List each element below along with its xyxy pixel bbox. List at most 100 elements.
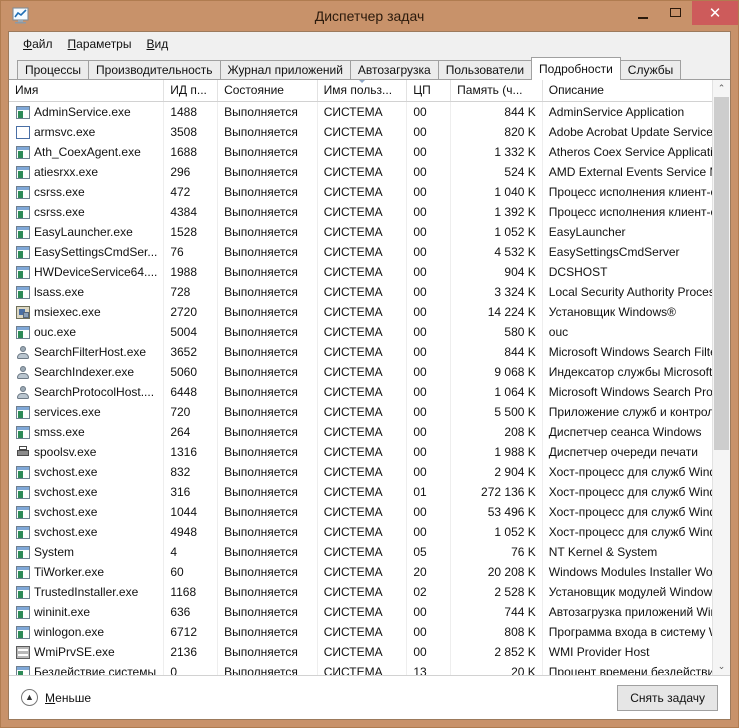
process-name-label: System (34, 545, 75, 559)
table-row[interactable]: TrustedInstaller.exe 1168 Выполняется СИСТЕ… (9, 582, 712, 602)
table-row[interactable]: svchost.exe 1044 Выполняется СИСТЕМА 00 53 49… (9, 502, 712, 522)
cell-cpu: 00 (407, 522, 452, 542)
tab-processes[interactable]: Процессы (17, 60, 90, 79)
minimize-icon (637, 17, 648, 19)
menu-options-rest: араметры (76, 36, 132, 51)
tab-startup[interactable]: Автозагрузка (349, 60, 439, 79)
maximize-button[interactable] (659, 1, 692, 23)
fewer-details-button[interactable]: ▲ Меньше (21, 689, 91, 706)
cell-process-name: EasyLauncher.exe (9, 222, 165, 242)
table-row[interactable]: atiesrxx.exe 296 Выполняется СИСТЕМА 00 524 K… (9, 162, 712, 182)
scrollbar-track[interactable] (713, 97, 730, 658)
table-row[interactable]: smss.exe 264 Выполняется СИСТЕМА 00 208 K Дисп… (9, 422, 712, 442)
table-row[interactable]: svchost.exe 4948 Выполняется СИСТЕМА 00 1 052… (9, 522, 712, 542)
tab-strip: Процессы Производительность Журнал прило… (9, 55, 730, 80)
scroll-down-button[interactable]: ⌄ (713, 658, 730, 675)
scrollbar-thumb[interactable] (714, 97, 729, 451)
table-row[interactable]: SearchFilterHost.exe 3652 Выполняется СИСТЕ… (9, 342, 712, 362)
column-header-state[interactable]: Состояние (218, 80, 318, 101)
table-row[interactable]: wininit.exe 636 Выполняется СИСТЕМА 00 744 K А… (9, 602, 712, 622)
cell-memory: 1 052 K (451, 522, 543, 542)
vertical-scrollbar[interactable]: ⌃ ⌄ (712, 80, 730, 675)
process-name-label: TrustedInstaller.exe (34, 585, 139, 599)
menu-item-view[interactable]: Вид (141, 35, 178, 53)
cell-pid: 296 (164, 162, 219, 182)
cell-pid: 832 (164, 462, 219, 482)
title-bar[interactable]: Диспетчер задач ✕ (1, 1, 738, 31)
menu-options-accel: П (67, 36, 77, 51)
cell-cpu: 02 (407, 582, 452, 602)
scroll-up-button[interactable]: ⌃ (713, 80, 730, 97)
close-button[interactable]: ✕ (692, 1, 738, 25)
cell-memory: 53 496 K (451, 502, 543, 522)
table-row[interactable]: csrss.exe 4384 Выполняется СИСТЕМА 00 1 392 K… (9, 202, 712, 222)
process-name-label: SearchProtocolHost.... (34, 385, 155, 399)
client-area: Файл Параметры Вид Процессы Производител… (8, 31, 731, 720)
end-task-button[interactable]: Снять задачу (617, 684, 718, 711)
cell-username: СИСТЕМА (318, 542, 408, 562)
cell-pid: 76 (164, 242, 219, 262)
table-row[interactable]: spoolsv.exe 1316 Выполняется СИСТЕМА 00 1 988… (9, 442, 712, 462)
table-row[interactable]: Бездействие системы 0 Выполняется СИСТЕМА 13… (9, 662, 712, 675)
table-row[interactable]: WmiPrvSE.exe 2136 Выполняется СИСТЕМА 00 2 85… (9, 642, 712, 662)
cell-state: Выполняется (218, 142, 318, 162)
app-icon (16, 605, 30, 619)
cell-pid: 728 (164, 282, 219, 302)
tab-performance[interactable]: Производительность (88, 60, 221, 79)
table-row[interactable]: svchost.exe 832 Выполняется СИСТЕМА 00 2 904 … (9, 462, 712, 482)
column-header-user[interactable]: Имя польз... (318, 80, 408, 101)
cell-username: СИСТЕМА (318, 442, 408, 462)
table-row[interactable]: winlogon.exe 6712 Выполняется СИСТЕМА 00 808 … (9, 622, 712, 642)
cell-state: Выполняется (218, 542, 318, 562)
cell-memory: 2 852 K (451, 642, 543, 662)
process-name-label: smss.exe (34, 425, 85, 439)
cell-process-name: spoolsv.exe (9, 442, 165, 462)
cell-cpu: 00 (407, 162, 452, 182)
cell-cpu: 00 (407, 142, 452, 162)
process-name-label: svchost.exe (34, 465, 98, 479)
table-row[interactable]: SearchProtocolHost.... 6448 Выполняется СИС… (9, 382, 712, 402)
menu-view-rest: ид (154, 36, 169, 51)
table-row[interactable]: HWDeviceService64.... 1988 Выполняется СИСТ… (9, 262, 712, 282)
app-icon (16, 465, 30, 479)
cell-pid: 5060 (164, 362, 219, 382)
column-header-name[interactable]: Имя (9, 80, 165, 101)
tab-users[interactable]: Пользователи (437, 60, 533, 79)
table-row[interactable]: TiWorker.exe 60 Выполняется СИСТЕМА 20 20 208… (9, 562, 712, 582)
app-icon (16, 405, 30, 419)
app-icon (16, 145, 30, 159)
cell-cpu: 00 (407, 122, 452, 142)
table-row[interactable]: csrss.exe 472 Выполняется СИСТЕМА 00 1 040 K П… (9, 182, 712, 202)
cell-process-name: WmiPrvSE.exe (9, 642, 165, 662)
end-task-after: ачу (686, 690, 705, 705)
menu-item-options[interactable]: Параметры (63, 35, 142, 53)
table-row[interactable]: armsvc.exe 3508 Выполняется СИСТЕМА 00 820 K A… (9, 122, 712, 142)
table-row[interactable]: EasySettingsCmdSer... 76 Выполняется СИСТЕМ… (9, 242, 712, 262)
app-icon (16, 485, 30, 499)
minimize-button[interactable] (626, 1, 659, 29)
table-row[interactable]: AdminService.exe 1488 Выполняется СИСТЕМА 00… (9, 102, 712, 122)
column-header-description[interactable]: Описание (543, 80, 712, 101)
table-row[interactable]: Ath_CoexAgent.exe 1688 Выполняется СИСТЕМА 0… (9, 142, 712, 162)
table-row[interactable]: lsass.exe 728 Выполняется СИСТЕМА 00 3 324 K L… (9, 282, 712, 302)
cell-cpu: 00 (407, 182, 452, 202)
table-row[interactable]: SearchIndexer.exe 5060 Выполняется СИСТЕМА 0… (9, 362, 712, 382)
table-row[interactable]: svchost.exe 316 Выполняется СИСТЕМА 01 272 13… (9, 482, 712, 502)
menu-file-rest: айл (32, 36, 53, 51)
table-row[interactable]: ouc.exe 5004 Выполняется СИСТЕМА 00 580 K ouc (9, 322, 712, 342)
tab-app-history[interactable]: Журнал приложений (219, 60, 351, 79)
user-icon (16, 365, 30, 379)
table-row[interactable]: System 4 Выполняется СИСТЕМА 05 76 K NT Kernel… (9, 542, 712, 562)
column-header-memory[interactable]: Память (ч... (451, 80, 543, 101)
column-header-cpu[interactable]: ЦП (407, 80, 452, 101)
table-row[interactable]: EasyLauncher.exe 1528 Выполняется СИСТЕМА 00… (9, 222, 712, 242)
tab-services[interactable]: Службы (619, 60, 682, 79)
cell-cpu: 00 (407, 102, 452, 122)
column-header-pid[interactable]: ИД п... (164, 80, 219, 101)
tab-details[interactable]: Подробности (531, 57, 621, 80)
cell-state: Выполняется (218, 362, 318, 382)
table-row[interactable]: services.exe 720 Выполняется СИСТЕМА 00 5 500… (9, 402, 712, 422)
menu-item-file[interactable]: Файл (18, 35, 63, 53)
cell-username: СИСТЕМА (318, 382, 408, 402)
table-row[interactable]: msiexec.exe 2720 Выполняется СИСТЕМА 00 14 22… (9, 302, 712, 322)
